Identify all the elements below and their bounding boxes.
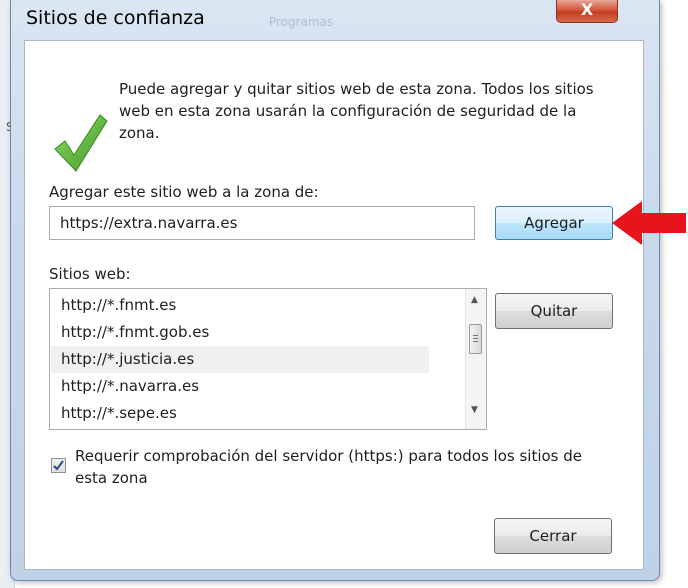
checkbox-check-icon	[53, 460, 64, 471]
close-button-label: Cerrar	[529, 527, 577, 545]
website-url-input[interactable]	[49, 206, 475, 240]
require-https-checkbox[interactable]	[51, 458, 66, 473]
add-field-label: Agregar este sitio web a la zona de:	[49, 183, 319, 201]
list-item[interactable]: http://*.fnmt.es	[51, 292, 429, 319]
list-item[interactable]: http://*.navarra.es	[51, 373, 429, 400]
trusted-sites-dialog: Sitios de confianza Programas X Puede ag…	[10, 0, 660, 581]
checkmark-icon	[54, 114, 108, 172]
scroll-down-icon[interactable]: ▼	[471, 405, 478, 415]
websites-scrollbar[interactable]: ▲ ▼	[465, 289, 486, 429]
scroll-thumb[interactable]	[469, 324, 482, 354]
add-button-label: Agregar	[524, 214, 584, 232]
dialog-body: Puede agregar y quitar sitios web de est…	[24, 40, 644, 570]
list-item[interactable]: http://*.fnmt.gob.es	[51, 319, 429, 346]
websites-list[interactable]: http://*.fnmt.es http://*.fnmt.gob.es ht…	[49, 288, 487, 430]
scroll-up-icon[interactable]: ▲	[471, 295, 478, 305]
background-tab-label: Programas	[268, 15, 334, 29]
title-bar: Sitios de confianza Programas X	[11, 0, 659, 40]
close-window-button[interactable]: X	[556, 0, 618, 23]
list-item[interactable]: http://*.sepe.es	[51, 400, 429, 427]
websites-label: Sitios web:	[49, 265, 131, 283]
add-button[interactable]: Agregar	[495, 206, 613, 240]
red-arrow-annotation	[612, 201, 686, 245]
list-item-selected[interactable]: http://*.justicia.es	[51, 346, 429, 373]
require-https-label[interactable]: Requerir comprobación del servidor (http…	[75, 445, 615, 489]
remove-button[interactable]: Quitar	[495, 293, 613, 329]
intro-text: Puede agregar y quitar sitios web de est…	[119, 80, 594, 142]
remove-button-label: Quitar	[530, 302, 578, 320]
close-button[interactable]: Cerrar	[494, 518, 612, 554]
close-icon: X	[580, 0, 594, 19]
dialog-title: Sitios de confianza	[26, 7, 205, 29]
